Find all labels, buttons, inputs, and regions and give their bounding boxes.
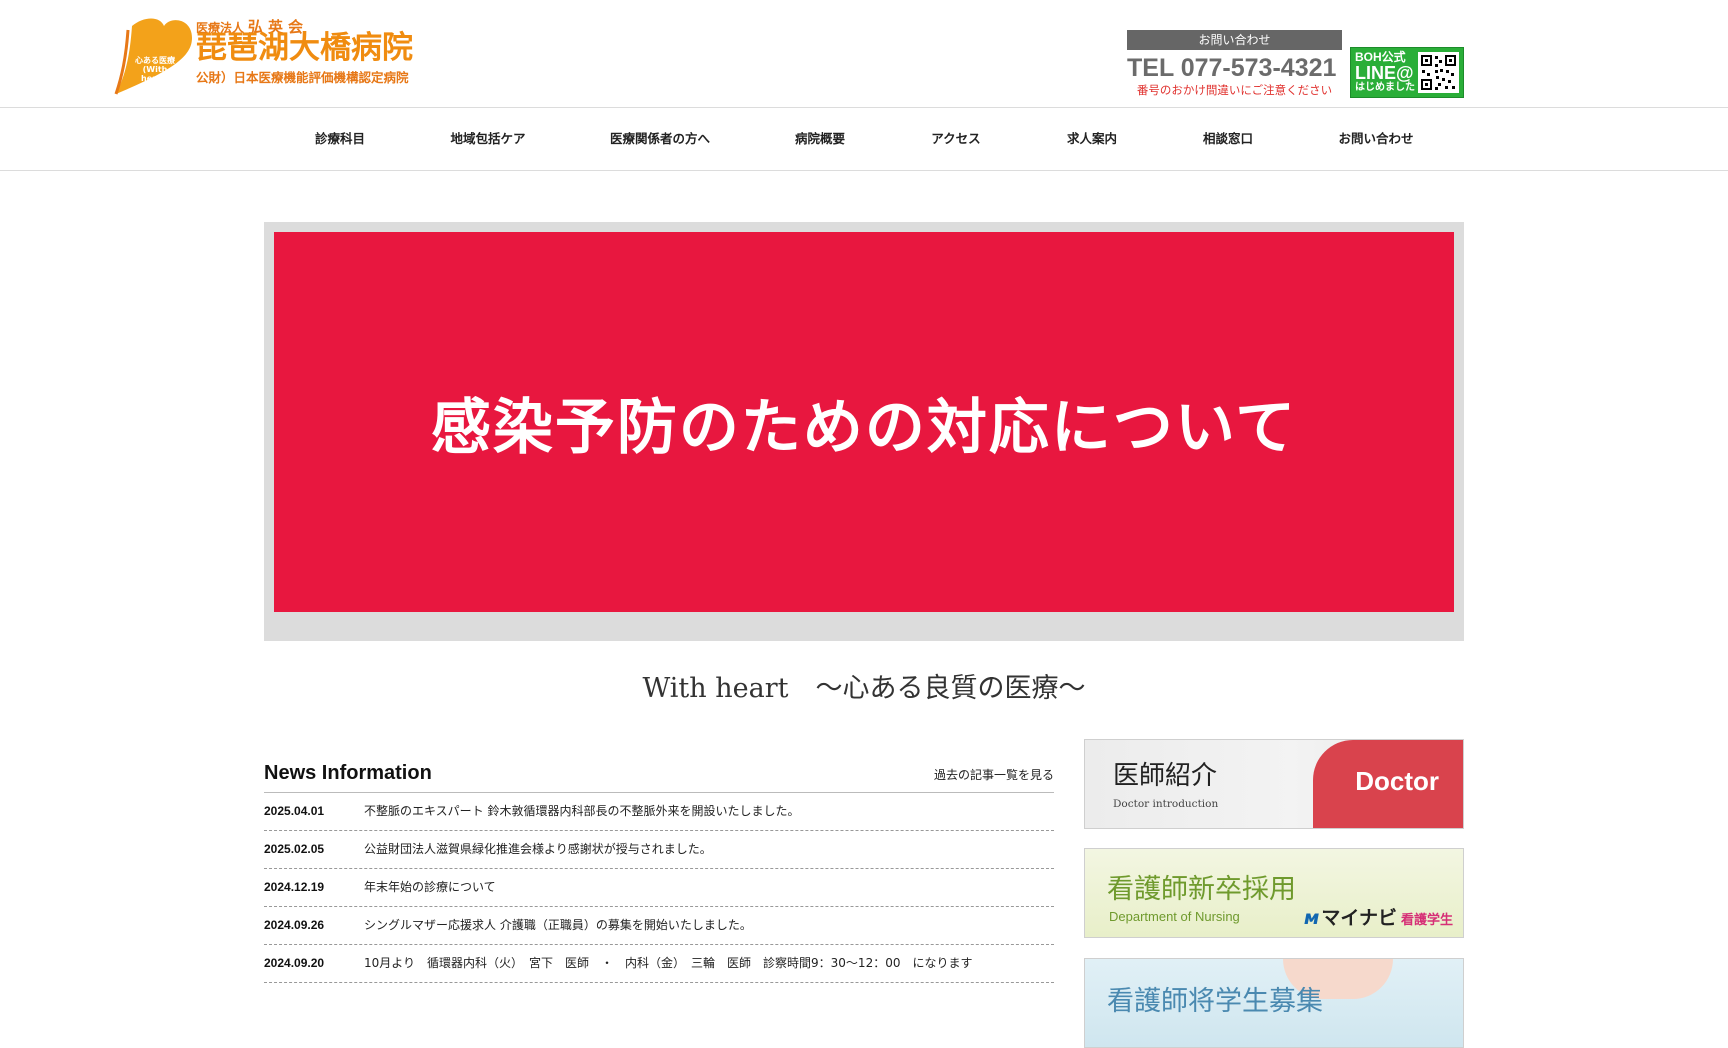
tagline: With heart ～心ある良質の医療～ [642, 673, 1086, 704]
news-link[interactable]: 年末年始の診療について [364, 869, 496, 906]
logo-mark-text: 心ある医療 (With heart) [130, 56, 180, 83]
line-official-badge[interactable]: BOH公式 LINE@ はじめました [1350, 47, 1464, 98]
contact-label: お問い合わせ [1127, 30, 1342, 50]
nav-item-access[interactable]: アクセス [931, 108, 980, 170]
qr-code-icon [1418, 52, 1459, 93]
doctor-banner-title: 医師紹介 [1113, 761, 1218, 791]
news-item[interactable]: 2024.12.19 年末年始の診療について [264, 869, 1054, 907]
news-item[interactable]: 2024.09.26 シングルマザー応援求人 介護職（正職員）の募集を開始いたし… [264, 907, 1054, 945]
news-item[interactable]: 2024.09.20 10月より 循環器内科（火） 宮下 医師 ・ 内科（金） … [264, 945, 1054, 983]
doctor-banner-subtitle: Doctor introduction [1113, 798, 1219, 810]
news-item[interactable]: 2025.04.01 不整脈のエキスパート 鈴木敦循環器内科部長の不整脈外来を開… [264, 793, 1054, 831]
news-section: News Information 過去の記事一覧を見る 2025.04.01 不… [264, 750, 1054, 983]
mynavi-logo: ᴍ マイナビ 看護学生 [1304, 903, 1453, 930]
news-date: 2025.04.01 [264, 804, 325, 818]
contact-block: お問い合わせ TEL 077-573-4321 番号のおかけ間違いにご注意くださ… [1127, 30, 1342, 98]
hospital-logo[interactable]: 心ある医療 (With heart) 医療法人 弘英会 琵琶湖大橋病院 公財）日本… [108, 14, 428, 98]
nursing-recruitment-banner[interactable]: 看護師新卒採用 Department of Nursing ᴍ マイナビ 看護学生 [1084, 848, 1464, 938]
phone-number[interactable]: TEL 077-573-4321 [1127, 55, 1342, 81]
nav-item-community-care[interactable]: 地域包括ケア [450, 108, 525, 170]
line-badge-line-2: LINE@ [1355, 63, 1414, 83]
nav-item-hospital-overview[interactable]: 病院概要 [795, 108, 845, 170]
nursing-banner-subtitle: Department of Nursing [1109, 909, 1240, 924]
news-link[interactable]: シングルマザー応援求人 介護職（正職員）の募集を開始いたしました。 [364, 907, 752, 944]
nursing-scholarship-banner[interactable]: 看護師将学生募集 [1084, 958, 1464, 1048]
news-link[interactable]: 不整脈のエキスパート 鈴木敦循環器内科部長の不整脈外来を開設いたしました。 [364, 793, 799, 830]
news-link[interactable]: 公益財団法人滋賀県緑化推進会様より感謝状が授与されました。 [364, 831, 712, 868]
doctor-introduction-banner[interactable]: Doctor 医師紹介 Doctor introduction [1084, 739, 1464, 829]
main-nav: 診療科目 地域包括ケア 医療関係者の方へ 病院概要 アクセス 求人案内 相談窓口… [0, 108, 1728, 171]
news-date: 2024.12.19 [264, 880, 325, 894]
news-date: 2024.09.20 [264, 956, 325, 970]
nav-item-medical-professionals[interactable]: 医療関係者の方へ [610, 108, 710, 170]
mynavi-mark-icon: ᴍ [1303, 907, 1320, 929]
news-link[interactable]: 10月より 循環器内科（火） 宮下 医師 ・ 内科（金） 三輪 医師 診察時間9… [364, 945, 972, 982]
nav-item-consultation[interactable]: 相談窓口 [1203, 108, 1253, 170]
hospital-name: 琵琶湖大橋病院 [196, 30, 413, 66]
news-title: News Information [264, 762, 432, 784]
news-date: 2024.09.26 [264, 918, 325, 932]
nav-item-departments[interactable]: 診療科目 [315, 108, 365, 170]
hero-banner[interactable]: 感染予防のための対応について [274, 232, 1454, 612]
nursing-banner-title: 看護師新卒採用 [1107, 874, 1296, 905]
mynavi-sub: 看護学生 [1400, 913, 1453, 928]
hero-slider: 感染予防のための対応について [264, 222, 1464, 641]
mynavi-brand: マイナビ [1321, 907, 1397, 929]
nav-item-contact[interactable]: お問い合わせ [1338, 108, 1413, 170]
line-badge-text: BOH公式 LINE@ はじめました [1355, 51, 1415, 94]
line-badge-line-3: はじめました [1355, 82, 1415, 93]
logo-mark-line-1: 心ある医療 [135, 56, 175, 65]
scholarship-banner-title: 看護師将学生募集 [1107, 986, 1323, 1017]
nav-item-recruitment[interactable]: 求人案内 [1067, 108, 1117, 170]
news-header: News Information 過去の記事一覧を見る [264, 750, 1054, 793]
news-archive-link[interactable]: 過去の記事一覧を見る [934, 766, 1054, 783]
logo-certification: 公財）日本医療機能評価機構認定病院 [196, 70, 409, 85]
logo-mark-line-2: (With heart) [141, 65, 169, 83]
news-date: 2025.02.05 [264, 842, 325, 856]
site-header: 心ある医療 (With heart) 医療法人 弘英会 琵琶湖大橋病院 公財）日本… [0, 0, 1728, 108]
phone-note: 番号のおかけ間違いにご注意ください [1136, 83, 1333, 97]
puzzle-word: Doctor [1355, 766, 1439, 796]
news-item[interactable]: 2025.02.05 公益財団法人滋賀県緑化推進会様より感謝状が授与されました。 [264, 831, 1054, 869]
hero-headline: 感染予防のための対応について [430, 392, 1298, 463]
